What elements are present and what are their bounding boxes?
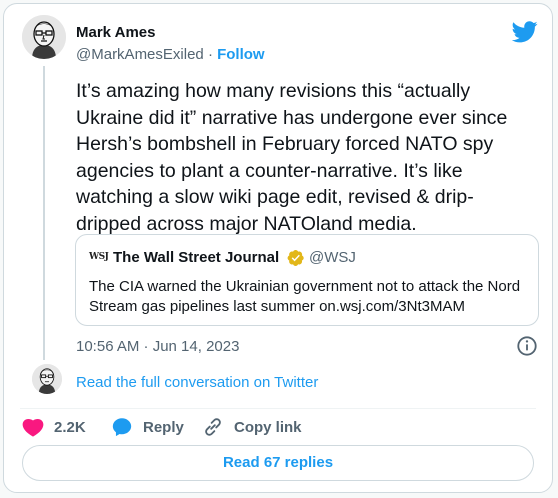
separator-dot: · bbox=[207, 46, 213, 63]
conversation-avatar bbox=[32, 364, 62, 394]
read-replies-button[interactable]: Read 67 replies bbox=[22, 445, 534, 481]
read-conversation-link[interactable]: Read the full conversation on Twitter bbox=[76, 374, 318, 392]
author-handle[interactable]: @MarkAmesExiled bbox=[76, 46, 204, 63]
tweet-timestamp[interactable]: 10:56 AM · Jun 14, 2023 bbox=[76, 338, 239, 356]
link-icon bbox=[205, 418, 221, 436]
info-icon[interactable] bbox=[516, 335, 538, 357]
copy-link-label: Copy link bbox=[234, 418, 302, 436]
gold-verified-badge-icon bbox=[287, 249, 304, 267]
embedded-tweet-card: Mark Ames @MarkAmesExiled · Follow It’s … bbox=[3, 3, 553, 493]
reply-label: Reply bbox=[143, 418, 184, 436]
heart-icon bbox=[22, 418, 44, 437]
tweet-text: It’s amazing how many revisions this “ac… bbox=[76, 80, 508, 235]
reply-button[interactable]: Reply bbox=[111, 415, 184, 439]
twitter-bird-icon[interactable] bbox=[512, 21, 538, 43]
copy-link-button[interactable]: Copy link bbox=[202, 415, 302, 439]
divider bbox=[20, 408, 536, 409]
quoted-tweet[interactable]: WSJ The Wall Street Journal @WSJ The CIA… bbox=[75, 234, 539, 326]
author-avatar[interactable] bbox=[22, 15, 66, 59]
wsj-logo: WSJ bbox=[89, 252, 109, 262]
author-name[interactable]: Mark Ames bbox=[76, 24, 155, 42]
like-count: 2.2K bbox=[54, 418, 86, 436]
avatar-portrait-icon bbox=[22, 15, 66, 59]
author-handle-row: @MarkAmesExiled · Follow bbox=[76, 46, 265, 64]
avatar-portrait-icon bbox=[32, 364, 62, 394]
reply-bubble-icon bbox=[112, 418, 132, 437]
thread-line bbox=[43, 66, 45, 360]
quoted-author-name: The Wall Street Journal bbox=[113, 249, 280, 266]
quoted-tweet-text: The CIA warned the Ukrainian government … bbox=[89, 278, 521, 315]
follow-button[interactable]: Follow bbox=[217, 46, 265, 63]
like-button[interactable]: 2.2K bbox=[22, 415, 86, 439]
quoted-author-handle: @WSJ bbox=[309, 249, 356, 266]
